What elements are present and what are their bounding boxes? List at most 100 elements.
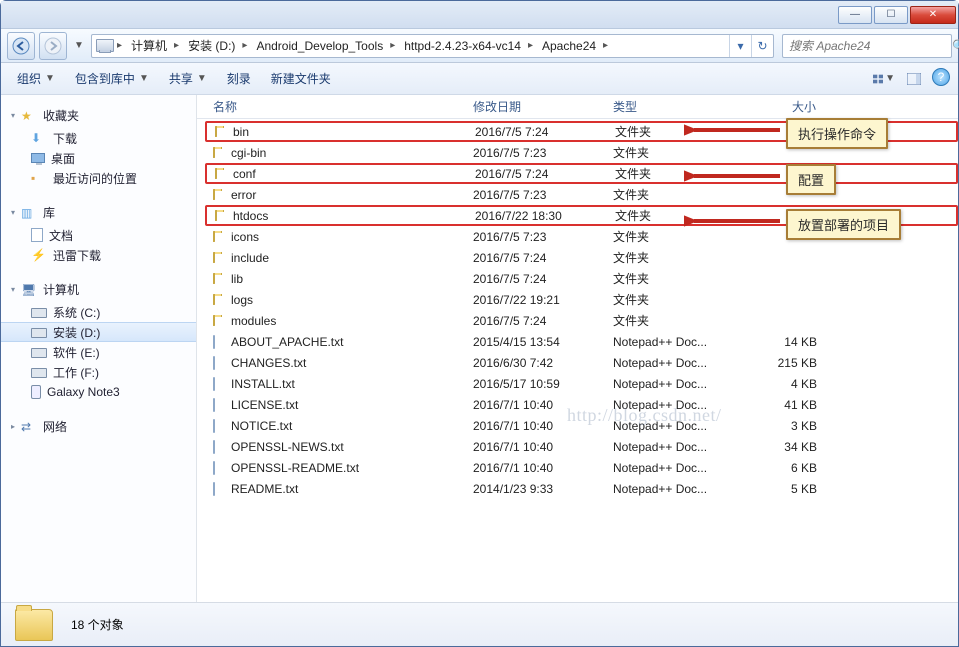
drive-icon (31, 308, 47, 318)
sidebar-item-f-drive[interactable]: 工作 (F:) (1, 362, 196, 382)
list-item[interactable]: bin2016/7/5 7:24文件夹 (205, 121, 958, 142)
history-dropdown-button[interactable]: ▼ (71, 32, 87, 60)
sidebar-computer-header[interactable]: ▾🖥计算机 (1, 277, 196, 302)
list-item[interactable]: LICENSE.txt2016/7/1 10:40Notepad++ Doc..… (205, 394, 958, 415)
explorer-window: — ☐ ✕ ▼ ▸ 计算机 ▸ 安装 (D:) ▸ Android_Develo… (0, 0, 959, 647)
file-type: 文件夹 (605, 291, 745, 308)
column-type[interactable]: 类型 (605, 95, 745, 118)
minimize-button[interactable]: — (838, 6, 872, 24)
file-name: bin (225, 125, 467, 139)
list-item[interactable]: OPENSSL-NEWS.txt2016/7/1 10:40Notepad++ … (205, 436, 958, 457)
sidebar[interactable]: ▾★收藏夹 ⬇下载 桌面 ▪最近访问的位置 ▾▥库 文档 ⚡迅雷下载 ▾🖥计算机… (1, 95, 197, 602)
chevron-down-icon: ▼ (139, 73, 149, 84)
star-icon: ★ (21, 109, 37, 123)
toolbar-newfolder[interactable]: 新建文件夹 (263, 67, 339, 90)
search-icon[interactable]: 🔍 (952, 39, 959, 53)
list-item[interactable]: INSTALL.txt2016/5/17 10:59Notepad++ Doc.… (205, 373, 958, 394)
file-name: htdocs (225, 209, 467, 223)
breadcrumb-bar[interactable]: ▸ 计算机 ▸ 安装 (D:) ▸ Android_Develop_Tools … (91, 34, 774, 58)
file-size: 6 KB (745, 461, 825, 475)
chevron-right-icon[interactable]: ▸ (239, 40, 250, 51)
list-item[interactable]: CHANGES.txt2016/6/30 7:42Notepad++ Doc..… (205, 352, 958, 373)
breadcrumb-seg-httpd[interactable]: httpd-2.4.23-x64-vc14 (398, 35, 525, 57)
list-item[interactable]: error2016/7/5 7:23文件夹 (205, 184, 958, 205)
sidebar-item-galaxy[interactable]: Galaxy Note3 (1, 382, 196, 402)
toolbar-share[interactable]: 共享 ▼ (161, 67, 215, 90)
thunder-icon: ⚡ (31, 248, 47, 262)
sidebar-item-label: Galaxy Note3 (47, 385, 120, 399)
sidebar-item-thunder[interactable]: ⚡迅雷下载 (1, 245, 196, 265)
folder-icon (213, 231, 215, 242)
file-list[interactable]: bin2016/7/5 7:24文件夹cgi-bin2016/7/5 7:23文… (197, 119, 958, 602)
file-name: LICENSE.txt (223, 398, 465, 412)
toolbar-include[interactable]: 包含到库中 ▼ (67, 67, 157, 90)
search-input[interactable] (787, 38, 948, 54)
nav-bar: ▼ ▸ 计算机 ▸ 安装 (D:) ▸ Android_Develop_Tool… (1, 29, 958, 63)
chevron-right-icon[interactable]: ▸ (525, 40, 536, 51)
column-headers: 名称 修改日期 类型 大小 (197, 95, 958, 119)
breadcrumb-seg-d[interactable]: 安装 (D:) (182, 35, 239, 57)
help-button[interactable]: ? (932, 68, 950, 86)
chevron-down-icon[interactable]: ▾ (11, 285, 15, 294)
back-button[interactable] (7, 32, 35, 60)
sidebar-item-d-drive[interactable]: 安装 (D:) (1, 322, 196, 342)
chevron-right-icon[interactable]: ▸ (171, 40, 182, 51)
list-item[interactable]: htdocs2016/7/22 18:30文件夹 (205, 205, 958, 226)
sidebar-favorites-header[interactable]: ▾★收藏夹 (1, 103, 196, 128)
sidebar-item-c-drive[interactable]: 系统 (C:) (1, 302, 196, 322)
list-item[interactable]: icons2016/7/5 7:23文件夹 (205, 226, 958, 247)
folder-icon (213, 315, 215, 326)
forward-button[interactable] (39, 32, 67, 60)
list-item[interactable]: lib2016/7/5 7:24文件夹 (205, 268, 958, 289)
toolbar-share-label: 共享 (169, 70, 193, 87)
toolbar-organize[interactable]: 组织 ▼ (9, 67, 63, 90)
list-item[interactable]: README.txt2014/1/23 9:33Notepad++ Doc...… (205, 478, 958, 499)
sidebar-libraries-header[interactable]: ▾▥库 (1, 200, 196, 225)
list-item[interactable]: logs2016/7/22 19:21文件夹 (205, 289, 958, 310)
close-button[interactable]: ✕ (910, 6, 956, 24)
breadcrumb-seg-android[interactable]: Android_Develop_Tools (250, 35, 387, 57)
list-item[interactable]: OPENSSL-README.txt2016/7/1 10:40Notepad+… (205, 457, 958, 478)
file-name: icons (223, 230, 465, 244)
refresh-button[interactable]: ↻ (751, 35, 773, 57)
chevron-down-icon[interactable]: ▾ (11, 111, 15, 120)
preview-pane-button[interactable] (902, 68, 926, 90)
file-date: 2016/7/5 7:24 (467, 167, 607, 181)
column-date[interactable]: 修改日期 (465, 95, 605, 118)
chevron-right-icon[interactable]: ▸ (11, 422, 15, 431)
sidebar-item-e-drive[interactable]: 软件 (E:) (1, 342, 196, 362)
sidebar-item-downloads[interactable]: ⬇下载 (1, 128, 196, 148)
list-item[interactable]: modules2016/7/5 7:24文件夹 (205, 310, 958, 331)
list-item[interactable]: cgi-bin2016/7/5 7:23文件夹 (205, 142, 958, 163)
computer-icon: 🖥 (21, 283, 37, 297)
file-date: 2016/7/5 7:24 (465, 314, 605, 328)
search-box[interactable]: 🔍 (782, 34, 952, 58)
chevron-right-icon[interactable]: ▸ (600, 40, 611, 51)
file-size: 34 KB (745, 440, 825, 454)
column-size[interactable]: 大小 (745, 95, 825, 118)
sidebar-network-header[interactable]: ▸⇄网络 (1, 414, 196, 439)
toolbar-burn[interactable]: 刻录 (219, 67, 259, 90)
folder-icon (213, 147, 215, 158)
folder-icon (215, 168, 217, 179)
view-options-button[interactable]: ▼ (872, 68, 896, 90)
column-name[interactable]: 名称 (205, 95, 465, 118)
sidebar-item-desktop[interactable]: 桌面 (1, 148, 196, 168)
breadcrumb-dropdown-button[interactable]: ▾ (729, 35, 751, 57)
sidebar-item-recent[interactable]: ▪最近访问的位置 (1, 168, 196, 188)
file-date: 2016/7/1 10:40 (465, 419, 605, 433)
list-item[interactable]: conf2016/7/5 7:24文件夹 (205, 163, 958, 184)
file-type: 文件夹 (605, 312, 745, 329)
list-item[interactable]: NOTICE.txt2016/7/1 10:40Notepad++ Doc...… (205, 415, 958, 436)
desktop-icon (31, 153, 45, 163)
list-item[interactable]: include2016/7/5 7:24文件夹 (205, 247, 958, 268)
breadcrumb-seg-computer[interactable]: 计算机 (125, 35, 171, 57)
sidebar-item-documents[interactable]: 文档 (1, 225, 196, 245)
chevron-right-icon[interactable]: ▸ (387, 40, 398, 51)
list-item[interactable]: ABOUT_APACHE.txt2015/4/15 13:54Notepad++… (205, 331, 958, 352)
breadcrumb-seg-apache24[interactable]: Apache24 (536, 35, 600, 57)
maximize-button[interactable]: ☐ (874, 6, 908, 24)
file-name: cgi-bin (223, 146, 465, 160)
chevron-right-icon[interactable]: ▸ (114, 40, 125, 51)
chevron-down-icon[interactable]: ▾ (11, 208, 15, 217)
